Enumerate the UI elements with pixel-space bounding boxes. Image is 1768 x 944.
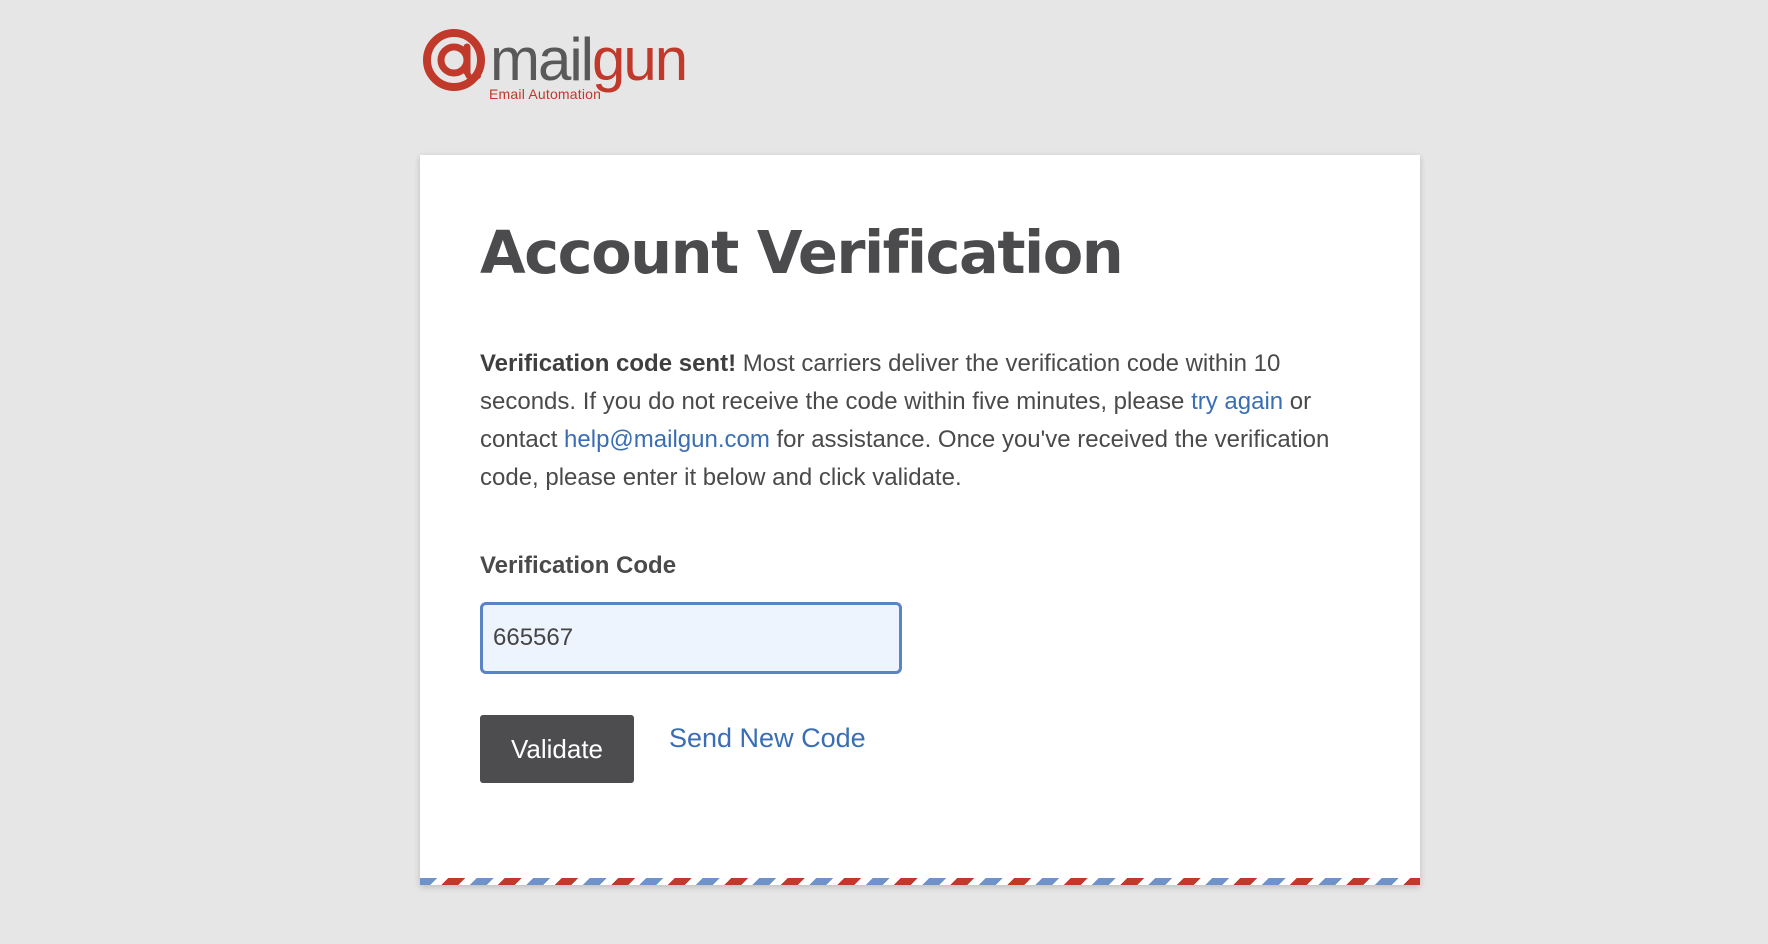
- verification-code-label: Verification Code: [480, 552, 677, 579]
- support-email-link[interactable]: help@mailgun.com: [564, 426, 770, 453]
- logo-word-gun: gun: [592, 26, 688, 93]
- at-sign-icon: [423, 29, 485, 91]
- logo-tagline: Email Automation: [489, 86, 602, 102]
- validate-button[interactable]: Validate: [480, 715, 634, 783]
- try-again-link[interactable]: try again: [1191, 388, 1283, 415]
- logo-word-mail: mail: [490, 26, 594, 93]
- page-title: Account Verification: [480, 218, 1124, 287]
- airmail-border: [420, 878, 1420, 885]
- verification-message: Verification code sent! Most carriers de…: [480, 345, 1360, 497]
- message-bold-lead: Verification code sent!: [480, 350, 737, 377]
- verification-code-input[interactable]: [480, 602, 902, 674]
- verification-card: Account Verification Verification code s…: [420, 155, 1420, 885]
- send-new-code-link[interactable]: Send New Code: [669, 723, 866, 754]
- mailgun-logo[interactable]: mailgun Email Automation: [420, 26, 710, 108]
